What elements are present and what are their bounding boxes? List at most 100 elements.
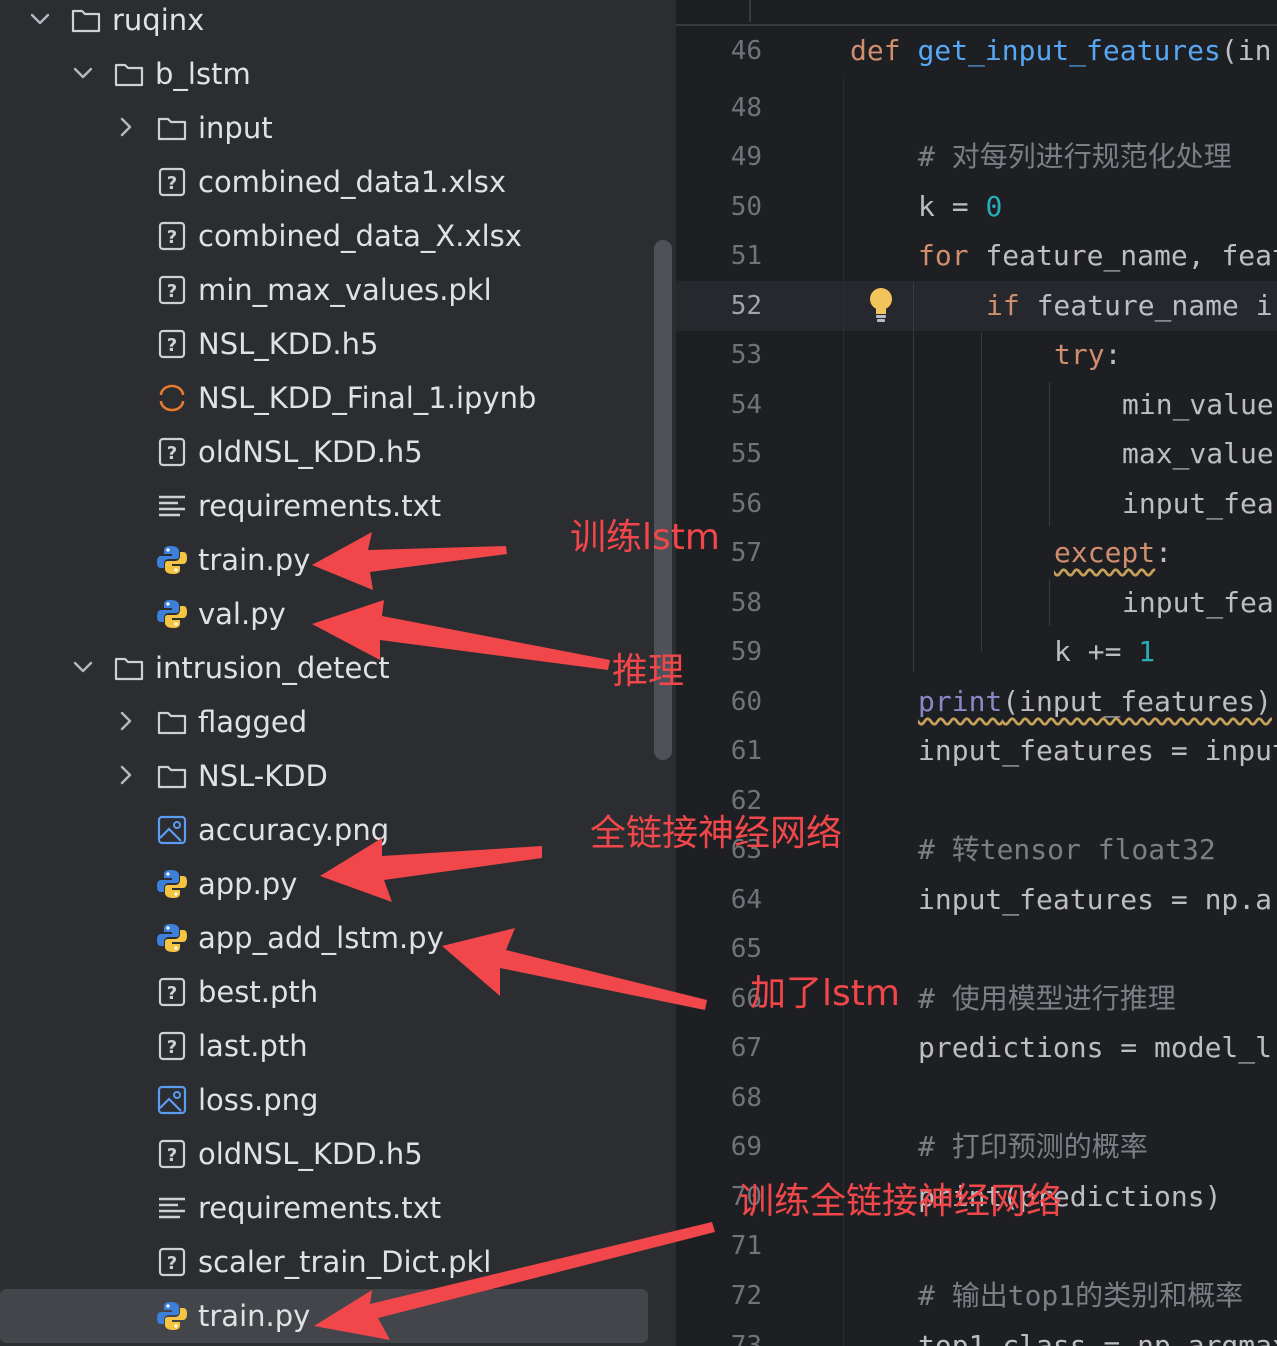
code-line-53[interactable]: try: — [1054, 335, 1121, 375]
line-number: 55 — [730, 439, 762, 469]
chevron-right-icon[interactable] — [112, 761, 140, 789]
svg-text:?: ? — [167, 173, 177, 194]
line-number: 64 — [730, 885, 762, 915]
line-number: 52 — [730, 291, 762, 321]
tree-item[interactable]: train.py — [0, 1289, 648, 1343]
code-token: except — [1054, 536, 1156, 569]
lightbulb-icon[interactable] — [866, 286, 896, 324]
tree-item-label: input — [198, 111, 273, 145]
tree-item[interactable]: NSL_KDD_Final_1.ipynb — [0, 371, 650, 425]
code-line-46[interactable]: def get_input_features(in — [850, 31, 1271, 71]
unknown-file-icon: ? — [158, 1247, 186, 1277]
code-line-73[interactable]: top1_class = np.argmax — [918, 1326, 1277, 1346]
code-line-57[interactable]: except: — [1054, 533, 1172, 573]
code-line-52[interactable]: if feature_name i — [986, 286, 1273, 326]
line-number: 54 — [730, 390, 762, 420]
svg-text:?: ? — [167, 1037, 177, 1058]
line-number: 69 — [730, 1132, 762, 1162]
chevron-down-icon[interactable] — [26, 5, 54, 33]
tree-item[interactable]: app_add_lstm.py — [0, 911, 650, 965]
tree-item[interactable]: flagged — [0, 695, 650, 749]
tree-item[interactable]: ? oldNSL_KDD.h5 — [0, 425, 650, 479]
code-line-69[interactable]: # 打印预测的概率 — [918, 1127, 1148, 1167]
unknown-file-icon: ? — [158, 1139, 186, 1169]
code-token: def — [850, 34, 901, 67]
code-line-56[interactable]: input_fea — [1122, 484, 1274, 524]
tree-item[interactable]: ? combined_data_X.xlsx — [0, 209, 650, 263]
folder-icon — [71, 9, 101, 33]
code-editor[interactable]: 46 48 49 50 51 52 53 54 55 56 57 58 59 60 61 62 63 64 65 66… — [676, 0, 1277, 1346]
tree-item[interactable]: NSL-KDD — [0, 749, 650, 803]
code-line-55[interactable]: max_value — [1122, 434, 1274, 474]
tree-item[interactable]: train.py — [0, 533, 650, 587]
tree-item-label: NSL_KDD_Final_1.ipynb — [198, 381, 537, 415]
tree-item[interactable]: app.py — [0, 857, 650, 911]
indent-guide — [1049, 580, 1050, 626]
folder-icon — [157, 765, 187, 789]
code-line-50[interactable]: k = 0 — [918, 187, 1002, 227]
tree-item-label: min_max_values.pkl — [198, 273, 492, 307]
code-line-66[interactable]: # 使用模型进行推理 — [918, 979, 1176, 1019]
line-number: 71 — [730, 1231, 762, 1261]
code-token: 1 — [1138, 635, 1156, 668]
tree-item[interactable]: requirements.txt — [0, 479, 650, 533]
folder-icon — [114, 63, 144, 87]
tree-item[interactable]: accuracy.png — [0, 803, 650, 857]
tree-item[interactable]: requirements.txt — [0, 1181, 650, 1235]
tree-item[interactable]: input — [0, 101, 650, 155]
tree-item-label: app_add_lstm.py — [198, 921, 444, 955]
project-tree: ruqinx b_lstm input? combined_data1.xlsx ? co… — [0, 0, 676, 1346]
tree-item-label: last.pth — [198, 1029, 308, 1063]
chevron-right-icon[interactable] — [112, 113, 140, 141]
tree-item-label: combined_data1.xlsx — [198, 165, 507, 199]
tree-item-label: b_lstm — [155, 57, 251, 91]
chevron-right-icon[interactable] — [112, 707, 140, 735]
code-token: 0 — [985, 190, 1003, 223]
tree-item[interactable]: ? min_max_values.pkl — [0, 263, 650, 317]
tree-item[interactable]: b_lstm — [0, 47, 650, 101]
tree-item-label: val.py — [198, 597, 286, 631]
code-line-59[interactable]: k += 1 — [1054, 632, 1155, 672]
tree-item[interactable]: ? scaler_train_Dict.pkl — [0, 1235, 650, 1289]
tree-item[interactable]: ? combined_data1.xlsx — [0, 155, 650, 209]
tree-item-label: ruqinx — [112, 3, 205, 37]
indent-guide — [1049, 382, 1050, 526]
folder-icon — [114, 657, 144, 681]
folder-icon — [157, 711, 187, 735]
code-line-63[interactable]: # 转tensor float32 — [918, 830, 1216, 870]
line-number: 73 — [730, 1331, 762, 1346]
chevron-down-icon[interactable] — [69, 653, 97, 681]
line-number: 61 — [730, 736, 762, 766]
python-file-icon — [157, 600, 187, 628]
tree-item-label: train.py — [198, 543, 311, 577]
tree-item-label: oldNSL_KDD.h5 — [198, 1137, 423, 1171]
code-token: feature_name i — [1019, 289, 1273, 322]
code-line-54[interactable]: min_value — [1122, 385, 1274, 425]
code-line-64[interactable]: input_features = np.a — [918, 880, 1272, 920]
code-line-67[interactable]: predictions = model_l — [918, 1028, 1272, 1068]
tree-item[interactable]: loss.png — [0, 1073, 650, 1127]
tree-item[interactable]: ? NSL_KDD.h5 — [0, 317, 650, 371]
chevron-down-icon[interactable] — [69, 59, 97, 87]
code-line-72[interactable]: # 输出top1的类别和概率 — [918, 1276, 1243, 1316]
unknown-file-icon: ? — [158, 167, 186, 197]
code-line-49[interactable]: # 对每列进行规范化处理 — [918, 137, 1232, 177]
annotation-train-lstm: 训练lstm — [570, 517, 720, 558]
code-token: : — [1104, 338, 1122, 371]
tree-item[interactable]: ? oldNSL_KDD.h5 — [0, 1127, 650, 1181]
tree-item[interactable]: val.py — [0, 587, 650, 641]
svg-text:?: ? — [167, 227, 177, 248]
tree-item[interactable]: ? last.pth — [0, 1019, 650, 1073]
annotation-fc-network: 全链接神经网络 — [590, 813, 843, 854]
code-line-60[interactable]: print(input_features) — [918, 682, 1272, 722]
tree-item[interactable]: ruqinx — [0, 0, 650, 47]
code-line-58[interactable]: input_fea — [1122, 583, 1274, 623]
tree-item[interactable]: intrusion_detect — [0, 641, 650, 695]
code-line-51[interactable]: for feature_name, feat — [918, 236, 1277, 276]
code-line-61[interactable]: input_features = input — [918, 731, 1277, 771]
python-file-icon — [157, 546, 187, 574]
jupyter-notebook-icon — [159, 384, 185, 412]
unknown-file-icon: ? — [158, 437, 186, 467]
tree-item[interactable]: ? best.pth — [0, 965, 650, 1019]
tree-item-label: accuracy.png — [198, 813, 390, 847]
